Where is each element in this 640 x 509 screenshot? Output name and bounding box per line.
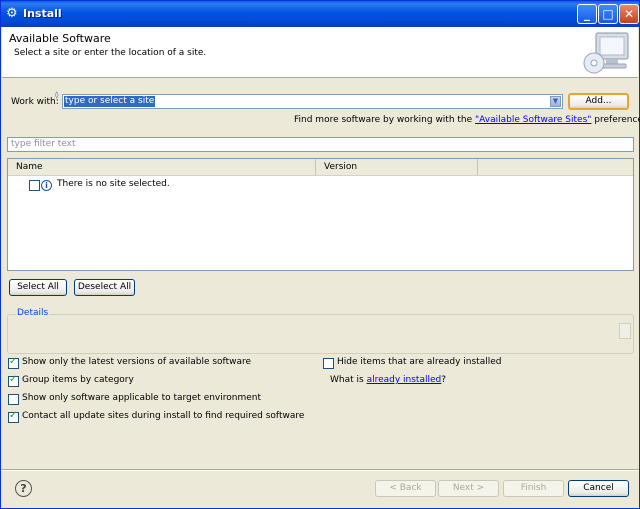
minimize-button[interactable]: _ xyxy=(577,4,597,24)
what-is-prefix: What is xyxy=(330,375,367,385)
empty-message: There is no site selected. xyxy=(57,179,170,189)
available-software-sites-link[interactable]: "Available Software Sites" xyxy=(475,115,591,125)
help-icon[interactable]: ? xyxy=(15,480,32,497)
target-env-checkbox[interactable] xyxy=(8,394,19,405)
hide-installed-checkbox[interactable] xyxy=(323,358,334,369)
details-label: Details xyxy=(16,308,50,318)
maximize-button[interactable]: □ xyxy=(598,4,618,24)
find-more-prefix: Find more software by working with the xyxy=(294,115,476,125)
details-group: Details xyxy=(7,308,634,354)
contact-sites-label: Contact all update sites during install … xyxy=(22,411,305,421)
eclipse-gear-icon: ⚙ xyxy=(6,6,18,21)
column-version[interactable]: Version xyxy=(316,159,478,175)
latest-versions-checkbox[interactable] xyxy=(8,356,19,369)
what-is-installed: What is already installed? xyxy=(330,375,446,385)
cancel-button[interactable]: Cancel xyxy=(568,480,629,497)
deselect-all-button[interactable]: Deselect All xyxy=(74,279,135,296)
software-table[interactable]: Name Version i There is no site selected… xyxy=(7,158,634,271)
find-more-text: Find more software by working with the "… xyxy=(294,115,640,125)
work-with-label: Work with: xyxy=(11,97,59,107)
content-assist-icon: ◊ xyxy=(55,91,59,99)
page-title: Available Software xyxy=(9,32,111,45)
finish-button[interactable]: Finish xyxy=(503,480,564,497)
group-by-category-label: Group items by category xyxy=(22,375,134,385)
title-bar[interactable]: ⚙ Install _ □ ✕ xyxy=(1,1,639,27)
back-button[interactable]: < Back xyxy=(375,480,436,497)
already-installed-link[interactable]: already installed xyxy=(367,375,442,385)
what-is-suffix: ? xyxy=(441,375,447,385)
work-with-value: type or select a site xyxy=(64,96,156,107)
close-button[interactable]: ✕ xyxy=(619,4,639,24)
filter-input[interactable]: type filter text xyxy=(7,137,634,152)
find-more-suffix: preferences. xyxy=(594,115,640,125)
table-header: Name Version xyxy=(8,159,633,176)
add-button[interactable]: Add... xyxy=(568,93,629,110)
install-window: ⚙ Install _ □ ✕ Available Software Selec… xyxy=(0,0,640,509)
monitor-cd-icon xyxy=(583,32,629,74)
row-checkbox[interactable] xyxy=(29,180,40,191)
select-all-button[interactable]: Select All xyxy=(9,279,67,296)
next-button[interactable]: Next > xyxy=(438,480,499,497)
footer-separator xyxy=(1,469,639,471)
details-scrollbar[interactable] xyxy=(619,323,631,339)
chevron-down-icon[interactable]: ▼ xyxy=(550,96,561,107)
info-icon: i xyxy=(41,180,52,191)
latest-versions-label: Show only the latest versions of availab… xyxy=(22,357,252,367)
contact-sites-checkbox[interactable] xyxy=(8,410,19,423)
page-subtitle: Select a site or enter the location of a… xyxy=(14,48,207,58)
window-title: Install xyxy=(23,7,62,20)
work-with-combo[interactable]: type or select a site ▼ xyxy=(62,94,563,109)
target-env-label: Show only software applicable to target … xyxy=(22,393,262,403)
column-name[interactable]: Name xyxy=(8,159,316,175)
wizard-banner: Available Software Select a site or ente… xyxy=(2,27,638,78)
hide-installed-label: Hide items that are already installed xyxy=(337,357,502,367)
group-by-category-checkbox[interactable] xyxy=(8,374,19,387)
